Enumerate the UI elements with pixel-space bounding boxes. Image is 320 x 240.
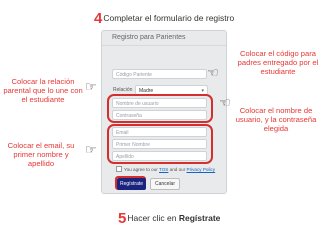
checkbox-icon[interactable] [116, 166, 122, 172]
pointing-hand-icon: ☞ [85, 142, 97, 157]
step-5-bold: Regístrate [178, 213, 221, 223]
terms-mid: and our [168, 167, 187, 172]
note-usuario: Colocar el nombre de usuario, y la contr… [235, 106, 317, 134]
pointing-hand-icon: ☜ [207, 65, 219, 80]
relation-label: Relación [113, 87, 133, 93]
first-name-input[interactable]: Primer Nombre [112, 139, 207, 149]
step-4-text: Completar el formulario de registro [103, 13, 235, 23]
note-relacion: Colocar la relación parental que lo une … [3, 77, 83, 105]
terms-line: You agree to our TOS and our Privacy Pol… [116, 166, 215, 172]
email-input[interactable]: Email [112, 127, 207, 137]
cancel-button[interactable]: Cancelar [150, 178, 180, 190]
form-title: Registro para Parientes [102, 31, 226, 46]
privacy-link[interactable]: Privacy Policy [187, 167, 216, 172]
pointing-hand-icon: ☞ [85, 79, 97, 94]
pointing-hand-icon: ☜ [219, 95, 231, 110]
step-4-number: 4 [94, 10, 103, 27]
password-input[interactable]: Contraseña [112, 110, 207, 120]
username-input[interactable]: Nombre de usuario [112, 98, 207, 108]
terms-prefix: You agree to our [124, 167, 159, 172]
register-button[interactable]: Regístrate [117, 178, 146, 190]
step-5-number: 5 [118, 210, 127, 227]
registration-form-panel: Registro para Parientes Código Pariente … [101, 30, 227, 194]
last-name-input[interactable]: Apellido [112, 151, 207, 161]
step-4-heading: 4Completar el formulario de registro [94, 10, 234, 27]
step-5-heading: 5Hacer clic en Regístrate [118, 210, 220, 227]
tos-link[interactable]: TOS [159, 167, 168, 172]
note-codigo: Colocar el código para padres entregado … [237, 49, 319, 77]
note-email: Colocar el email, su primer nombre y ape… [7, 141, 75, 169]
parent-code-input[interactable]: Código Pariente [112, 69, 207, 79]
step-5-text: Hacer clic en [127, 213, 179, 223]
